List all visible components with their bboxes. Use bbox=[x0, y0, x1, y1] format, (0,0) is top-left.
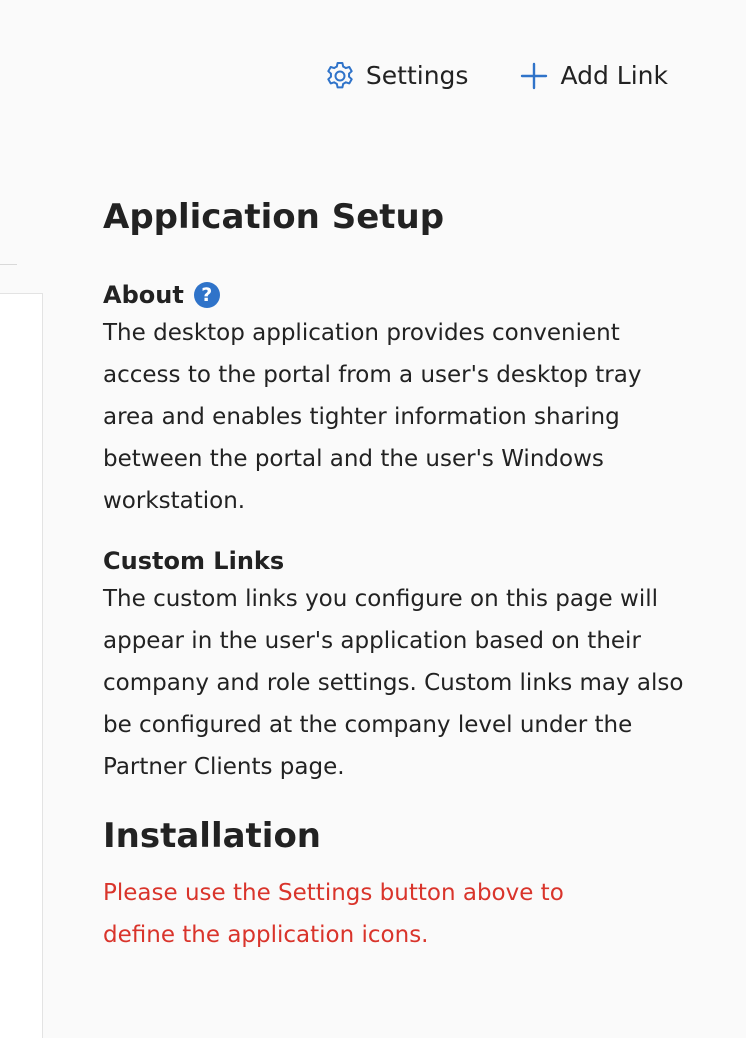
panel-title: Application Setup bbox=[103, 197, 445, 237]
about-heading: About ? bbox=[103, 280, 703, 310]
application-setup-panel: Application Setup About ? The desktop ap… bbox=[103, 192, 703, 956]
left-frame-divider bbox=[0, 264, 17, 265]
add-link-button[interactable]: Add Link bbox=[518, 56, 668, 96]
settings-button[interactable]: Settings bbox=[324, 56, 469, 96]
add-link-button-label: Add Link bbox=[560, 61, 668, 90]
custom-links-heading: Custom Links bbox=[103, 546, 703, 576]
about-text: The desktop application provides conveni… bbox=[103, 320, 642, 514]
gear-icon bbox=[324, 60, 356, 92]
toolbar: Settings Add Link bbox=[324, 56, 668, 96]
settings-button-label: Settings bbox=[365, 61, 469, 90]
custom-links-text: The custom links you configure on this p… bbox=[103, 586, 684, 780]
question-circle-icon[interactable]: ? bbox=[193, 282, 220, 308]
left-content-frame bbox=[0, 293, 43, 1038]
about-heading-label: About bbox=[103, 281, 184, 309]
installation-warning: Please use the Settings button above to … bbox=[103, 880, 564, 948]
plus-icon bbox=[518, 60, 550, 92]
installation-heading: Installation bbox=[103, 816, 322, 856]
custom-links-heading-label: Custom Links bbox=[103, 547, 285, 575]
